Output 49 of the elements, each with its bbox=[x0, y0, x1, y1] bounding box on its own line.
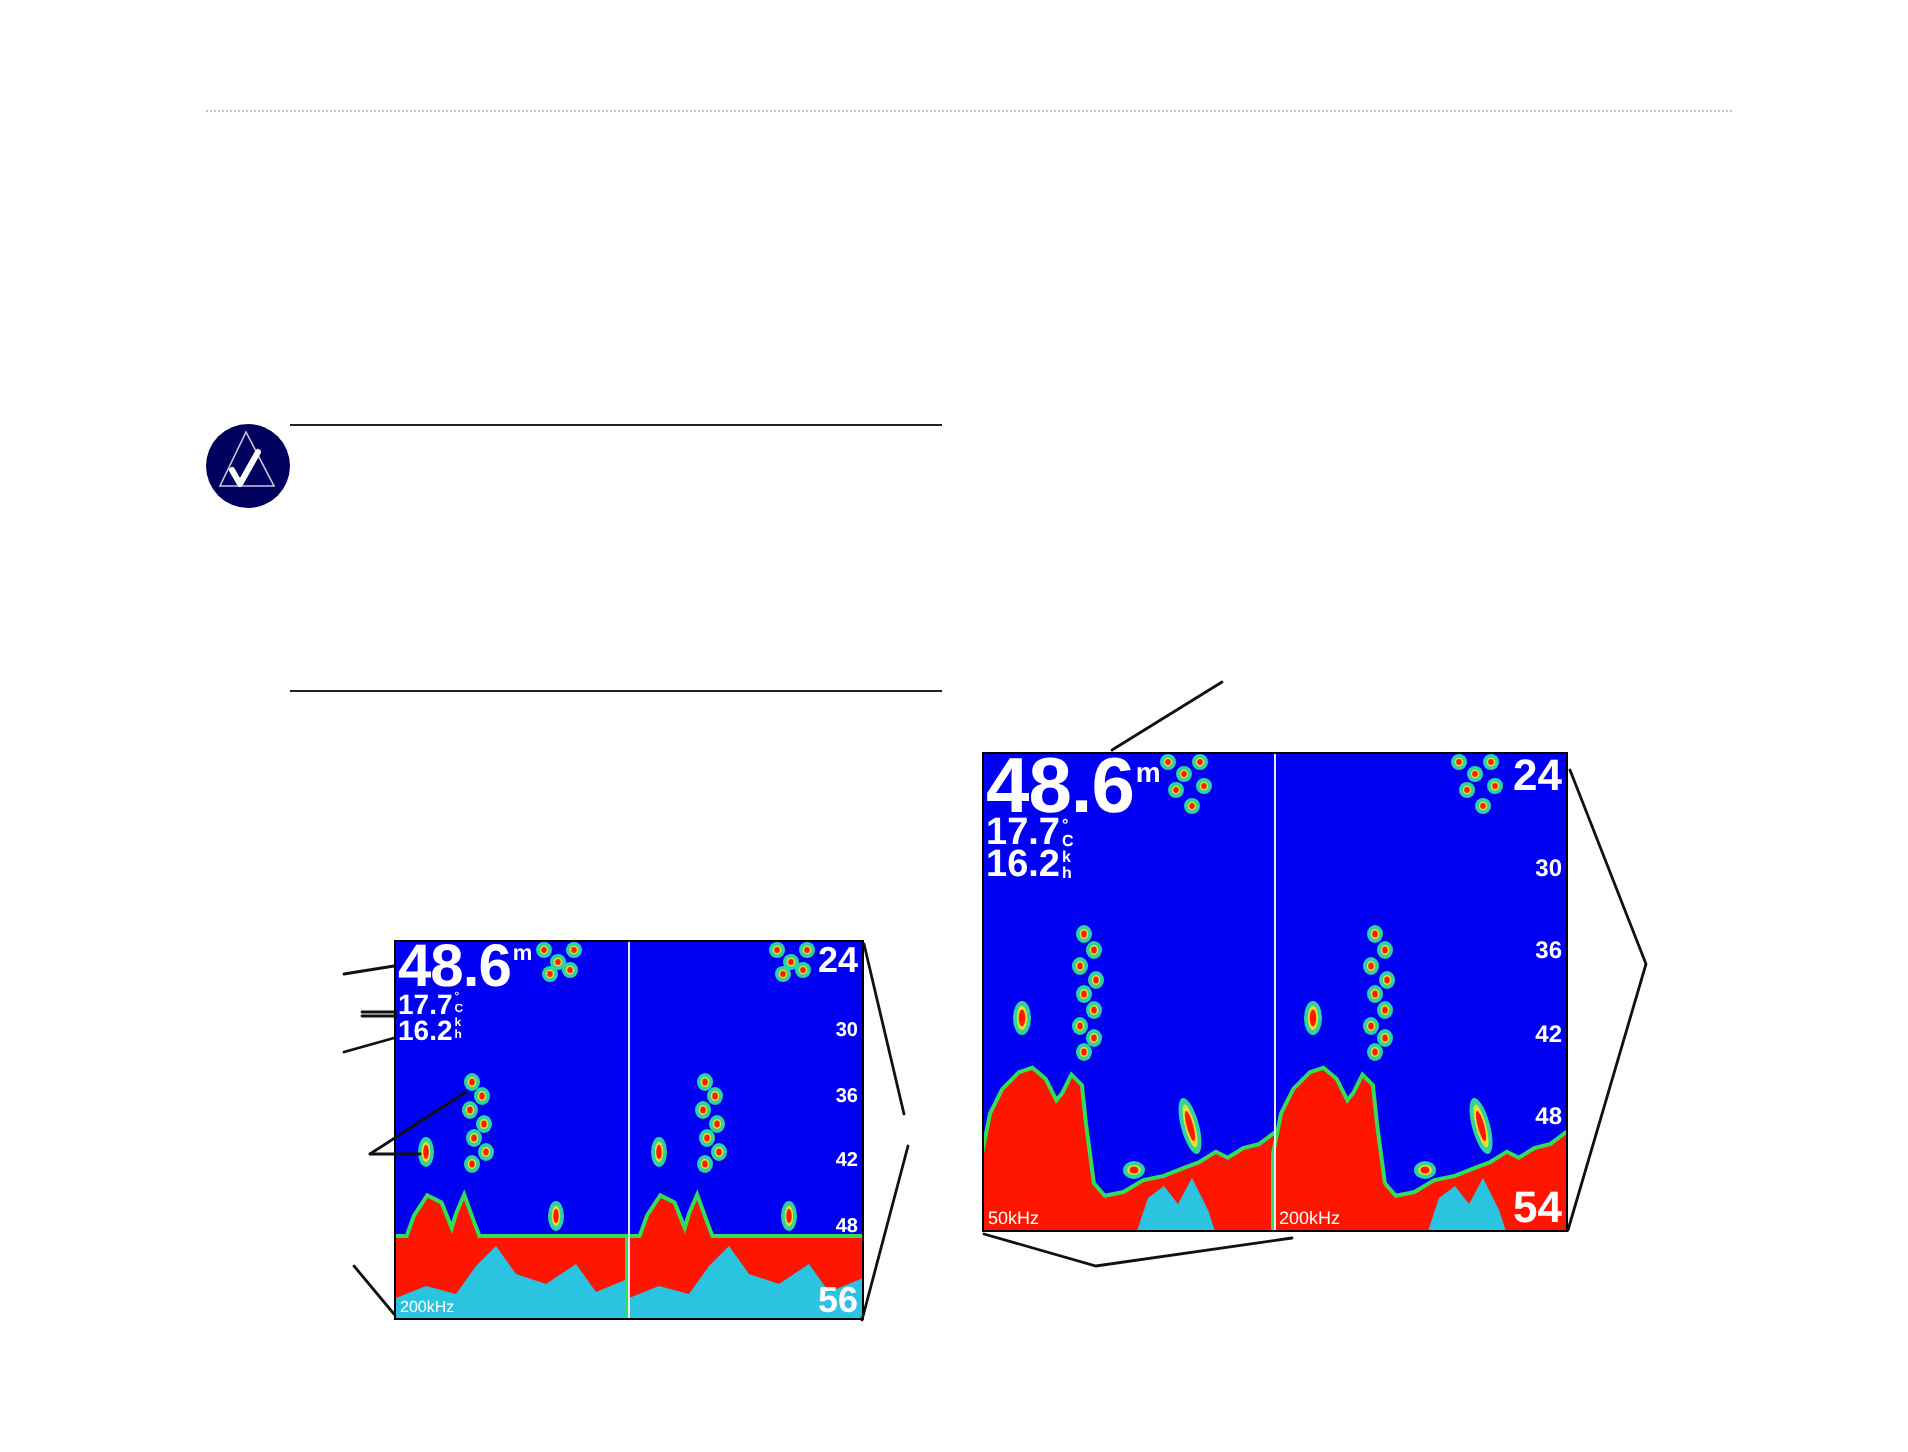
depth-scale-label: 42 bbox=[835, 1152, 858, 1173]
leader-line bbox=[352, 1264, 396, 1316]
speed-unit: kh bbox=[1061, 850, 1074, 882]
depth-scale-label: 24 bbox=[817, 942, 858, 978]
leader-line bbox=[360, 1010, 398, 1018]
fish-echo-icon bbox=[781, 1201, 797, 1231]
water-temperature: 17.7 bbox=[986, 818, 1060, 850]
depth-unit: m bbox=[512, 944, 533, 966]
leader-line bbox=[1110, 680, 1224, 752]
fish-echo-icon bbox=[1414, 1161, 1436, 1179]
depth-reading: 48.6 bbox=[986, 758, 1134, 818]
depth-scale-label: 48 bbox=[1535, 1103, 1562, 1128]
speed-reading: 16.2 bbox=[986, 850, 1060, 882]
fish-school-icon bbox=[1160, 754, 1212, 814]
fish-school-icon bbox=[536, 942, 582, 982]
fish-echo-icon bbox=[1469, 1097, 1493, 1155]
depth-scale-label: 42 bbox=[1535, 1021, 1562, 1046]
frequency-label: 50kHz bbox=[988, 1210, 1040, 1228]
fish-echo-icon bbox=[548, 1201, 564, 1231]
fish-school-icon bbox=[769, 942, 815, 982]
fish-school-icon bbox=[462, 1073, 494, 1173]
depth-unit: m bbox=[1135, 758, 1161, 786]
depth-scale-label: 36 bbox=[835, 1087, 858, 1108]
depth-scale-label: 48 bbox=[835, 1217, 858, 1238]
fish-school-icon bbox=[1451, 754, 1503, 814]
leader-line bbox=[368, 1090, 468, 1156]
depth-reading: 48.6 bbox=[398, 944, 511, 990]
speed-reading: 16.2 bbox=[398, 1018, 453, 1044]
water-temperature: 17.7 bbox=[398, 992, 453, 1018]
leader-line bbox=[342, 1036, 396, 1054]
depth-scale-label: 36 bbox=[1535, 938, 1562, 963]
fish-school-icon bbox=[1072, 925, 1104, 1061]
depth-scale-label: 24 bbox=[1513, 754, 1562, 798]
depth-scale-label: 30 bbox=[1535, 856, 1562, 881]
fish-echo-icon bbox=[1013, 1001, 1031, 1035]
depth-scale-label: 56 bbox=[817, 1281, 858, 1318]
leader-line bbox=[342, 964, 396, 976]
fish-echo-icon bbox=[1178, 1097, 1202, 1155]
fish-echo-icon bbox=[651, 1137, 667, 1167]
note-icon bbox=[206, 424, 290, 508]
frequency-label: 200kHz bbox=[1279, 1210, 1341, 1228]
frequency-label: 200kHz bbox=[400, 1300, 455, 1316]
depth-scale-label: 30 bbox=[835, 1022, 858, 1043]
depth-scale-label: 54 bbox=[1513, 1185, 1562, 1230]
fish-school-icon bbox=[1363, 925, 1395, 1061]
fish-echo-icon bbox=[1304, 1001, 1322, 1035]
fish-echo-icon bbox=[1123, 1161, 1145, 1179]
fish-echo-icon bbox=[418, 1137, 434, 1167]
fish-school-icon bbox=[695, 1073, 727, 1173]
